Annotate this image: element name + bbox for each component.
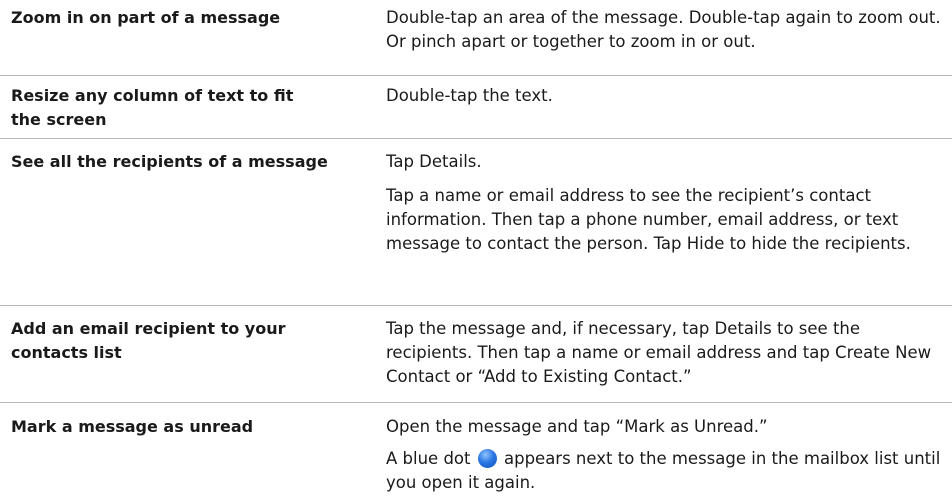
description-paragraph: Double-tap an area of the message. Doubl… (386, 8, 941, 51)
table-row: Zoom in on part of a message Double-tap … (0, 6, 952, 66)
row-divider (0, 138, 952, 139)
table-row: Add an email recipient to your contacts … (0, 317, 952, 392)
table-row: See all the recipients of a message Tap … (0, 150, 952, 300)
task-description: Open the message and tap “Mark as Unread… (386, 415, 946, 495)
description-paragraph: Tap Details. (386, 152, 482, 171)
task-description: Double-tap an area of the message. Doubl… (386, 6, 946, 54)
row-divider (0, 402, 952, 403)
table-row: Mark a message as unread Open the messag… (0, 415, 952, 499)
row-divider (0, 75, 952, 76)
table-row: Resize any column of text to fit the scr… (0, 84, 952, 136)
task-label: Mark a message as unread (11, 417, 254, 436)
description-text: A blue dot (386, 449, 471, 468)
description-paragraph: Open the message and tap “Mark as Unread… (386, 417, 768, 436)
task-description: Tap the message and, if necessary, tap D… (386, 317, 946, 389)
task-label: Zoom in on part of a message (11, 8, 281, 27)
row-divider (0, 305, 952, 306)
description-paragraph: Double-tap the text. (386, 86, 553, 105)
task-label: Add an email recipient to your contacts … (11, 319, 286, 362)
description-paragraph: A blue dot appears next to the message i… (386, 447, 946, 495)
task-description: Double-tap the text. (386, 84, 946, 108)
description-paragraph: Tap a name or email address to see the r… (386, 186, 911, 253)
description-paragraph: Tap the message and, if necessary, tap D… (386, 319, 932, 386)
task-label: See all the recipients of a message (11, 152, 328, 171)
description-text: appears next to the message in the mailb… (386, 449, 941, 492)
blue-dot-icon (477, 449, 497, 468)
task-description: Tap Details. Tap a name or email address… (386, 150, 946, 256)
task-label: Resize any column of text to fit the scr… (11, 86, 294, 129)
